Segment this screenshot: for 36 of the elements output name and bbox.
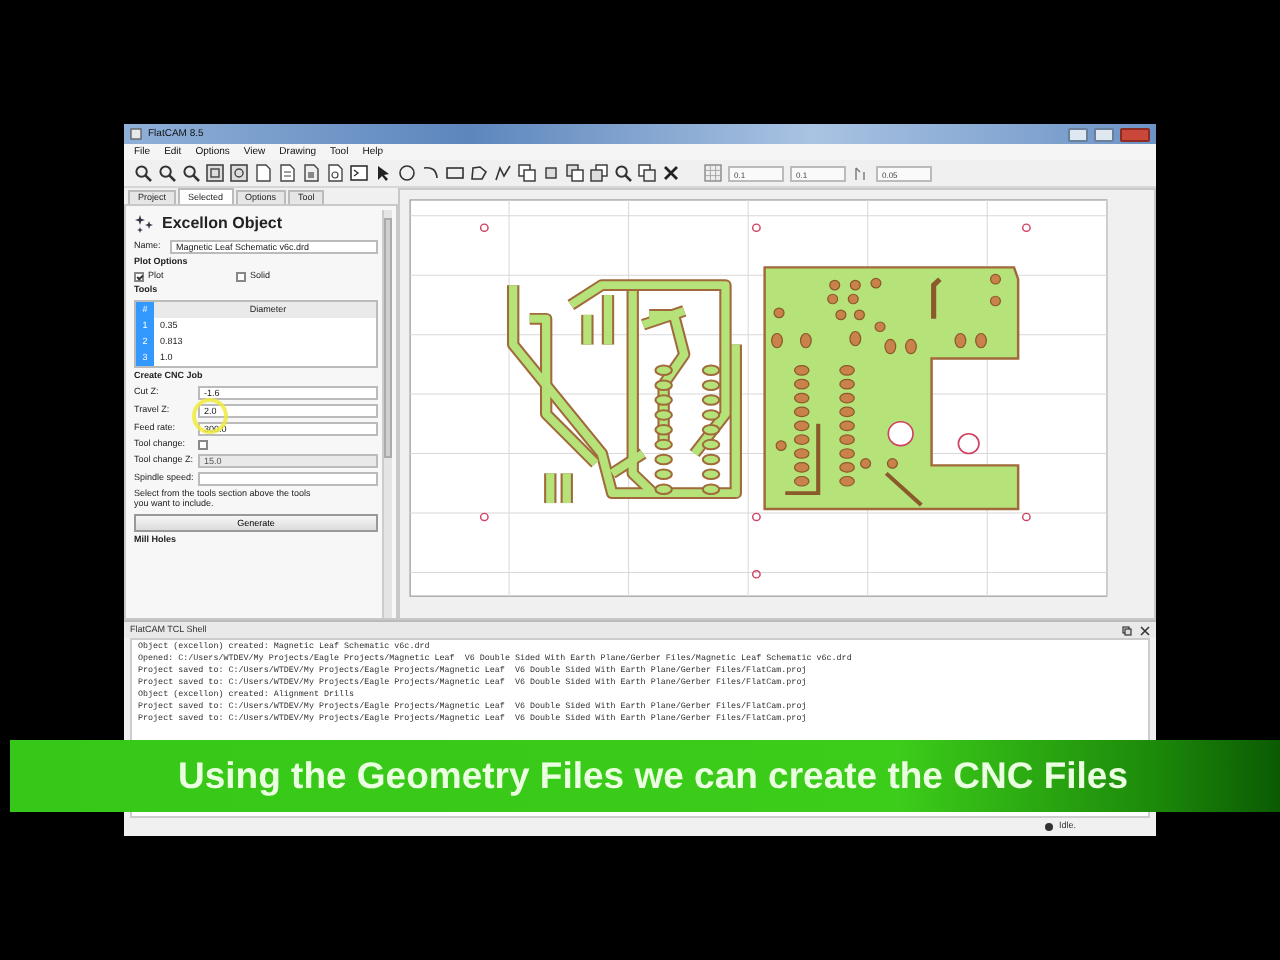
magnifier-icon[interactable] [182,164,200,182]
maximize-button[interactable] [1094,127,1114,141]
checkbox[interactable] [134,271,144,282]
checkbox[interactable] [236,271,246,282]
pointer-icon[interactable] [374,164,392,182]
framed-square-icon[interactable] [206,164,224,182]
sparkle-icon [134,214,154,234]
caption-text: Using the Geometry Files we can create the CNC Files [178,757,1128,795]
document-icon[interactable] [278,164,296,182]
polygon-icon[interactable] [470,164,488,182]
app-icon [130,128,142,140]
delete-icon[interactable] [662,164,680,182]
close-button[interactable] [1120,127,1150,141]
input-field[interactable] [198,471,378,486]
path-icon[interactable] [494,164,512,182]
circle-icon[interactable] [398,164,416,182]
rectangle-icon[interactable] [446,164,464,182]
document-icon[interactable] [254,164,272,182]
magnifier-icon[interactable] [614,164,632,182]
arc-icon[interactable] [422,164,440,182]
terminal-icon[interactable] [350,164,368,182]
minimize-button[interactable] [1068,127,1088,141]
float-icon[interactable] [1122,625,1132,635]
status-icon [1044,822,1055,832]
copy-icon[interactable] [518,164,536,182]
copy-icon[interactable] [638,164,656,182]
magnifier-icon[interactable] [134,164,152,182]
square-icon[interactable] [542,164,560,182]
close-icon[interactable] [1140,625,1150,635]
magnifier-icon[interactable] [158,164,176,182]
document-icon[interactable] [326,164,344,182]
checkbox[interactable] [198,439,208,450]
scrollbar[interactable] [382,210,392,618]
framed-square-icon[interactable] [230,164,248,182]
panel-title: Excellon Object [162,215,283,233]
document-icon[interactable] [302,164,320,182]
